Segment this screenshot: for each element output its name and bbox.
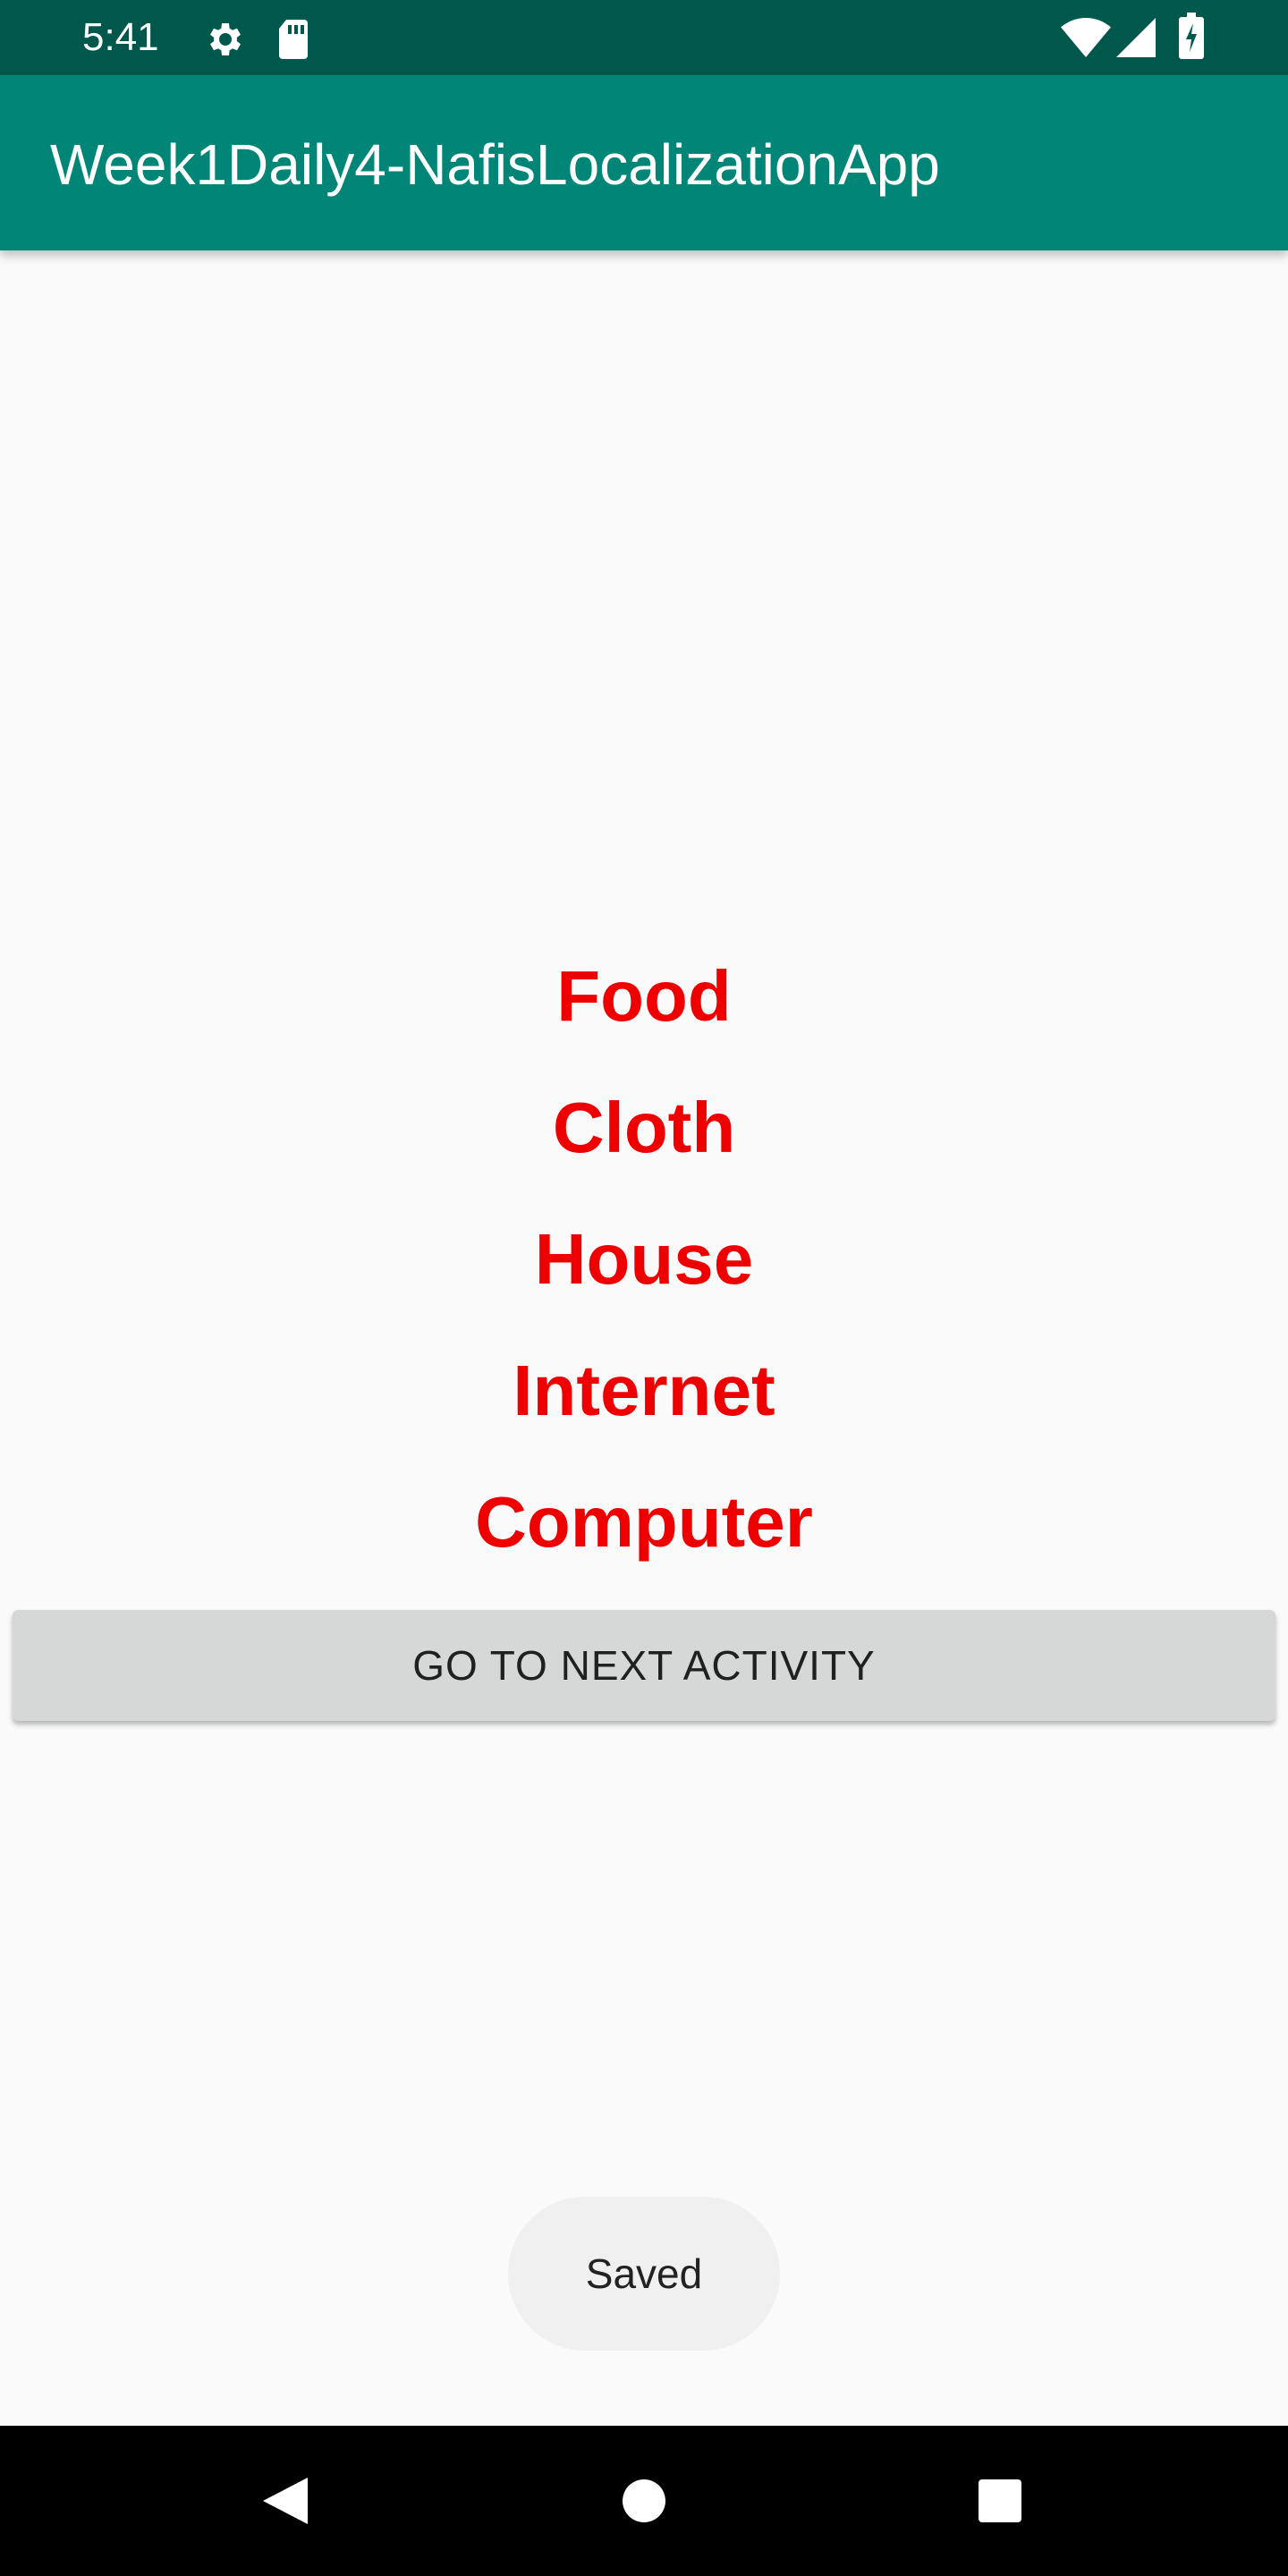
status-time: 5:41 [82,15,159,59]
cell-signal-icon [1116,18,1156,62]
gear-icon [202,18,245,65]
app-bar: Week1Daily4-NafisLocalizationApp [0,75,1288,250]
home-button[interactable] [555,2426,733,2576]
word-list: Food Cloth House Internet Computer [0,930,1288,1588]
word-cloth: Cloth [552,1088,736,1167]
sd-card-icon [275,18,311,65]
toast: Saved [508,2197,780,2351]
app-title: Week1Daily4-NafisLocalizationApp [50,132,940,197]
wifi-icon [1061,18,1111,62]
screen: 5:41 Week1Daily4-NafisLocalizationApp Fo… [0,0,1288,2576]
status-bar: 5:41 [0,0,1288,75]
next-activity-button[interactable]: GO TO NEXT ACTIVITY [13,1610,1275,1721]
toast-message: Saved [585,2250,703,2297]
recents-button[interactable] [911,2426,1089,2576]
navigation-bar [0,2426,1288,2576]
back-button[interactable] [195,2426,374,2576]
word-food: Food [556,956,732,1036]
word-computer: Computer [475,1482,813,1562]
word-house: House [534,1219,754,1299]
word-internet: Internet [513,1351,775,1430]
battery-charging-icon [1179,13,1204,64]
